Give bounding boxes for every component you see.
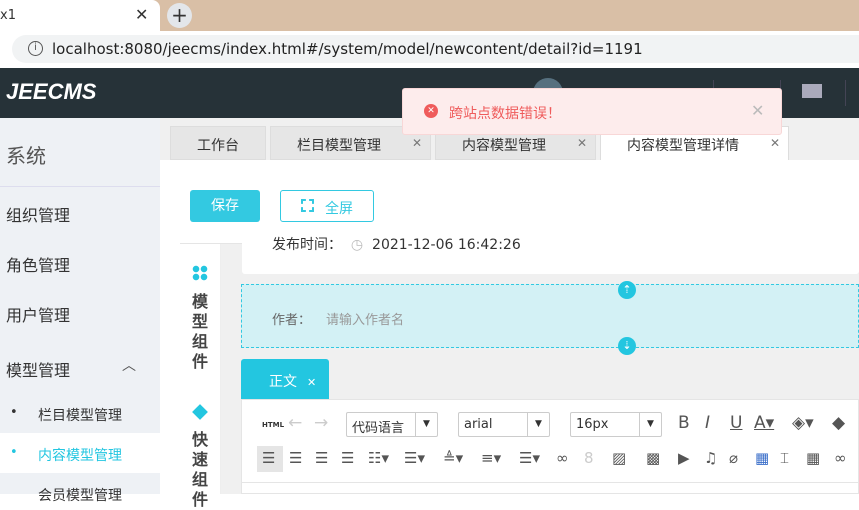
html-button[interactable]: HTML — [262, 421, 284, 429]
bold-icon[interactable]: B — [678, 413, 690, 433]
attachment-icon[interactable]: ⌀ — [729, 449, 738, 467]
save-button[interactable]: 保存 — [190, 190, 260, 222]
move-up-handle-icon[interactable]: ⇡ — [618, 281, 636, 299]
address-bar[interactable]: localhost:8080/jeecms/index.html#/system… — [12, 35, 859, 63]
select-value: arial — [464, 417, 493, 432]
fullscreen-button[interactable]: 全屏 — [280, 190, 374, 222]
quick-components-label[interactable]: 快速组件 — [192, 430, 210, 510]
search-replace-icon[interactable]: ∞ — [834, 449, 847, 467]
tab-workbench[interactable]: 工作台 — [170, 126, 266, 160]
bullet-icon: • — [10, 445, 18, 460]
logo[interactable]: JEECMS — [6, 79, 96, 105]
page-break-icon[interactable]: ⌶ — [780, 449, 789, 467]
tab-body[interactable]: 正文 ✕ — [241, 359, 329, 399]
table-icon[interactable]: ▦ — [806, 449, 820, 467]
sidebar-item-model[interactable]: 模型管理 — [6, 357, 70, 381]
image-icon[interactable]: ▨ — [612, 449, 626, 467]
publish-label: 发布时间： — [272, 237, 342, 253]
toast-message: 跨站点数据错误！ — [449, 106, 561, 122]
chevron-up-icon[interactable]: ︿ — [122, 355, 136, 375]
new-tab-button[interactable]: + — [167, 3, 192, 28]
justify-icon[interactable]: ☰ — [341, 449, 354, 467]
move-down-handle-icon[interactable]: ⇣ — [618, 337, 636, 355]
info-icon[interactable]: i — [28, 41, 43, 56]
ordered-list-icon[interactable]: ☷▾ — [368, 449, 389, 467]
font-size-select[interactable]: 16px ▼ — [570, 412, 662, 437]
font-color-icon[interactable]: A▾ — [754, 413, 774, 433]
author-label: 作者： — [272, 313, 312, 328]
sidebar-subitem-column-model[interactable]: 栏目模型管理 — [38, 405, 122, 425]
tab-title: x1 — [0, 8, 16, 23]
align-left-icon[interactable]: ☰ — [262, 449, 275, 467]
redo-icon[interactable]: → — [314, 413, 328, 433]
select-value: 代码语言 — [352, 421, 405, 436]
fill-color-icon[interactable]: ◈▾ — [792, 413, 814, 433]
video-icon[interactable]: ▶ — [678, 449, 690, 467]
caret-down-icon: ▼ — [415, 413, 437, 436]
tab-label: 工作台 — [197, 138, 239, 154]
underline-icon[interactable]: U — [730, 413, 742, 433]
tab-label: 内容模型管理详情 — [627, 138, 739, 154]
fullscreen-icon — [301, 199, 314, 212]
align-right-icon[interactable]: ☰ — [289, 449, 302, 467]
code-language-select[interactable]: 代码语言 ▼ — [346, 412, 438, 437]
author-input[interactable]: 请输入作者名 — [326, 309, 404, 328]
divider — [0, 186, 160, 187]
error-icon: ✕ — [424, 104, 438, 118]
music-icon[interactable]: ♫ — [704, 449, 717, 467]
caret-down-icon: ▼ — [639, 413, 661, 436]
indent-icon[interactable]: ☰▾ — [519, 449, 540, 467]
publish-time-field: 发布时间： ◷ 2021-12-06 16:42:26 — [242, 230, 859, 274]
sidebar-subitem-content-model[interactable]: 内容模型管理 — [38, 445, 122, 465]
bullet-icon: • — [10, 405, 18, 420]
sidebar-item-org[interactable]: 组织管理 — [6, 202, 70, 226]
multi-image-icon[interactable]: ▩ — [646, 449, 660, 467]
close-icon[interactable]: ✕ — [307, 376, 316, 389]
sidebar-subitem-member-model[interactable]: 会员模型管理 — [38, 485, 122, 505]
line-height-icon[interactable]: ≜▾ — [443, 449, 463, 467]
publish-value[interactable]: 2021-12-06 16:42:26 — [372, 237, 521, 253]
close-tab-icon[interactable]: ✕ — [135, 5, 148, 24]
clock-icon: ◷ — [350, 237, 364, 253]
align-center-icon[interactable]: ☰ — [315, 449, 328, 467]
close-icon[interactable]: ✕ — [577, 136, 587, 150]
word-import-icon[interactable]: ▦ — [755, 449, 769, 467]
font-family-select[interactable]: arial ▼ — [458, 412, 550, 437]
close-icon[interactable]: ✕ — [770, 136, 780, 150]
paragraph-spacing-icon[interactable]: ≡▾ — [481, 449, 501, 467]
tab-label: 栏目模型管理 — [297, 138, 381, 154]
italic-icon[interactable]: I — [705, 413, 710, 433]
caret-down-icon: ▼ — [527, 413, 549, 436]
select-value: 16px — [576, 417, 609, 432]
sidebar-title: 系统 — [6, 144, 46, 168]
model-components-label[interactable]: 模型组件 — [192, 292, 210, 372]
unlink-icon[interactable]: 8 — [584, 449, 594, 467]
close-icon[interactable]: ✕ — [751, 101, 764, 120]
eraser-icon[interactable]: ◆ — [832, 413, 845, 433]
divider — [242, 482, 859, 483]
close-icon[interactable]: ✕ — [412, 136, 422, 150]
link-icon[interactable]: ∞ — [556, 449, 569, 467]
divider — [845, 80, 846, 106]
undo-icon[interactable]: ← — [288, 413, 302, 433]
monitor-icon[interactable] — [802, 84, 822, 98]
grid-icon — [192, 265, 208, 281]
tab-label: 正文 — [269, 374, 297, 390]
url-text: localhost:8080/jeecms/index.html#/system… — [52, 40, 643, 58]
tab-label: 内容模型管理 — [462, 138, 546, 154]
sidebar-item-role[interactable]: 角色管理 — [6, 252, 70, 276]
sidebar-item-user[interactable]: 用户管理 — [6, 302, 70, 326]
unordered-list-icon[interactable]: ☰▾ — [404, 449, 425, 467]
